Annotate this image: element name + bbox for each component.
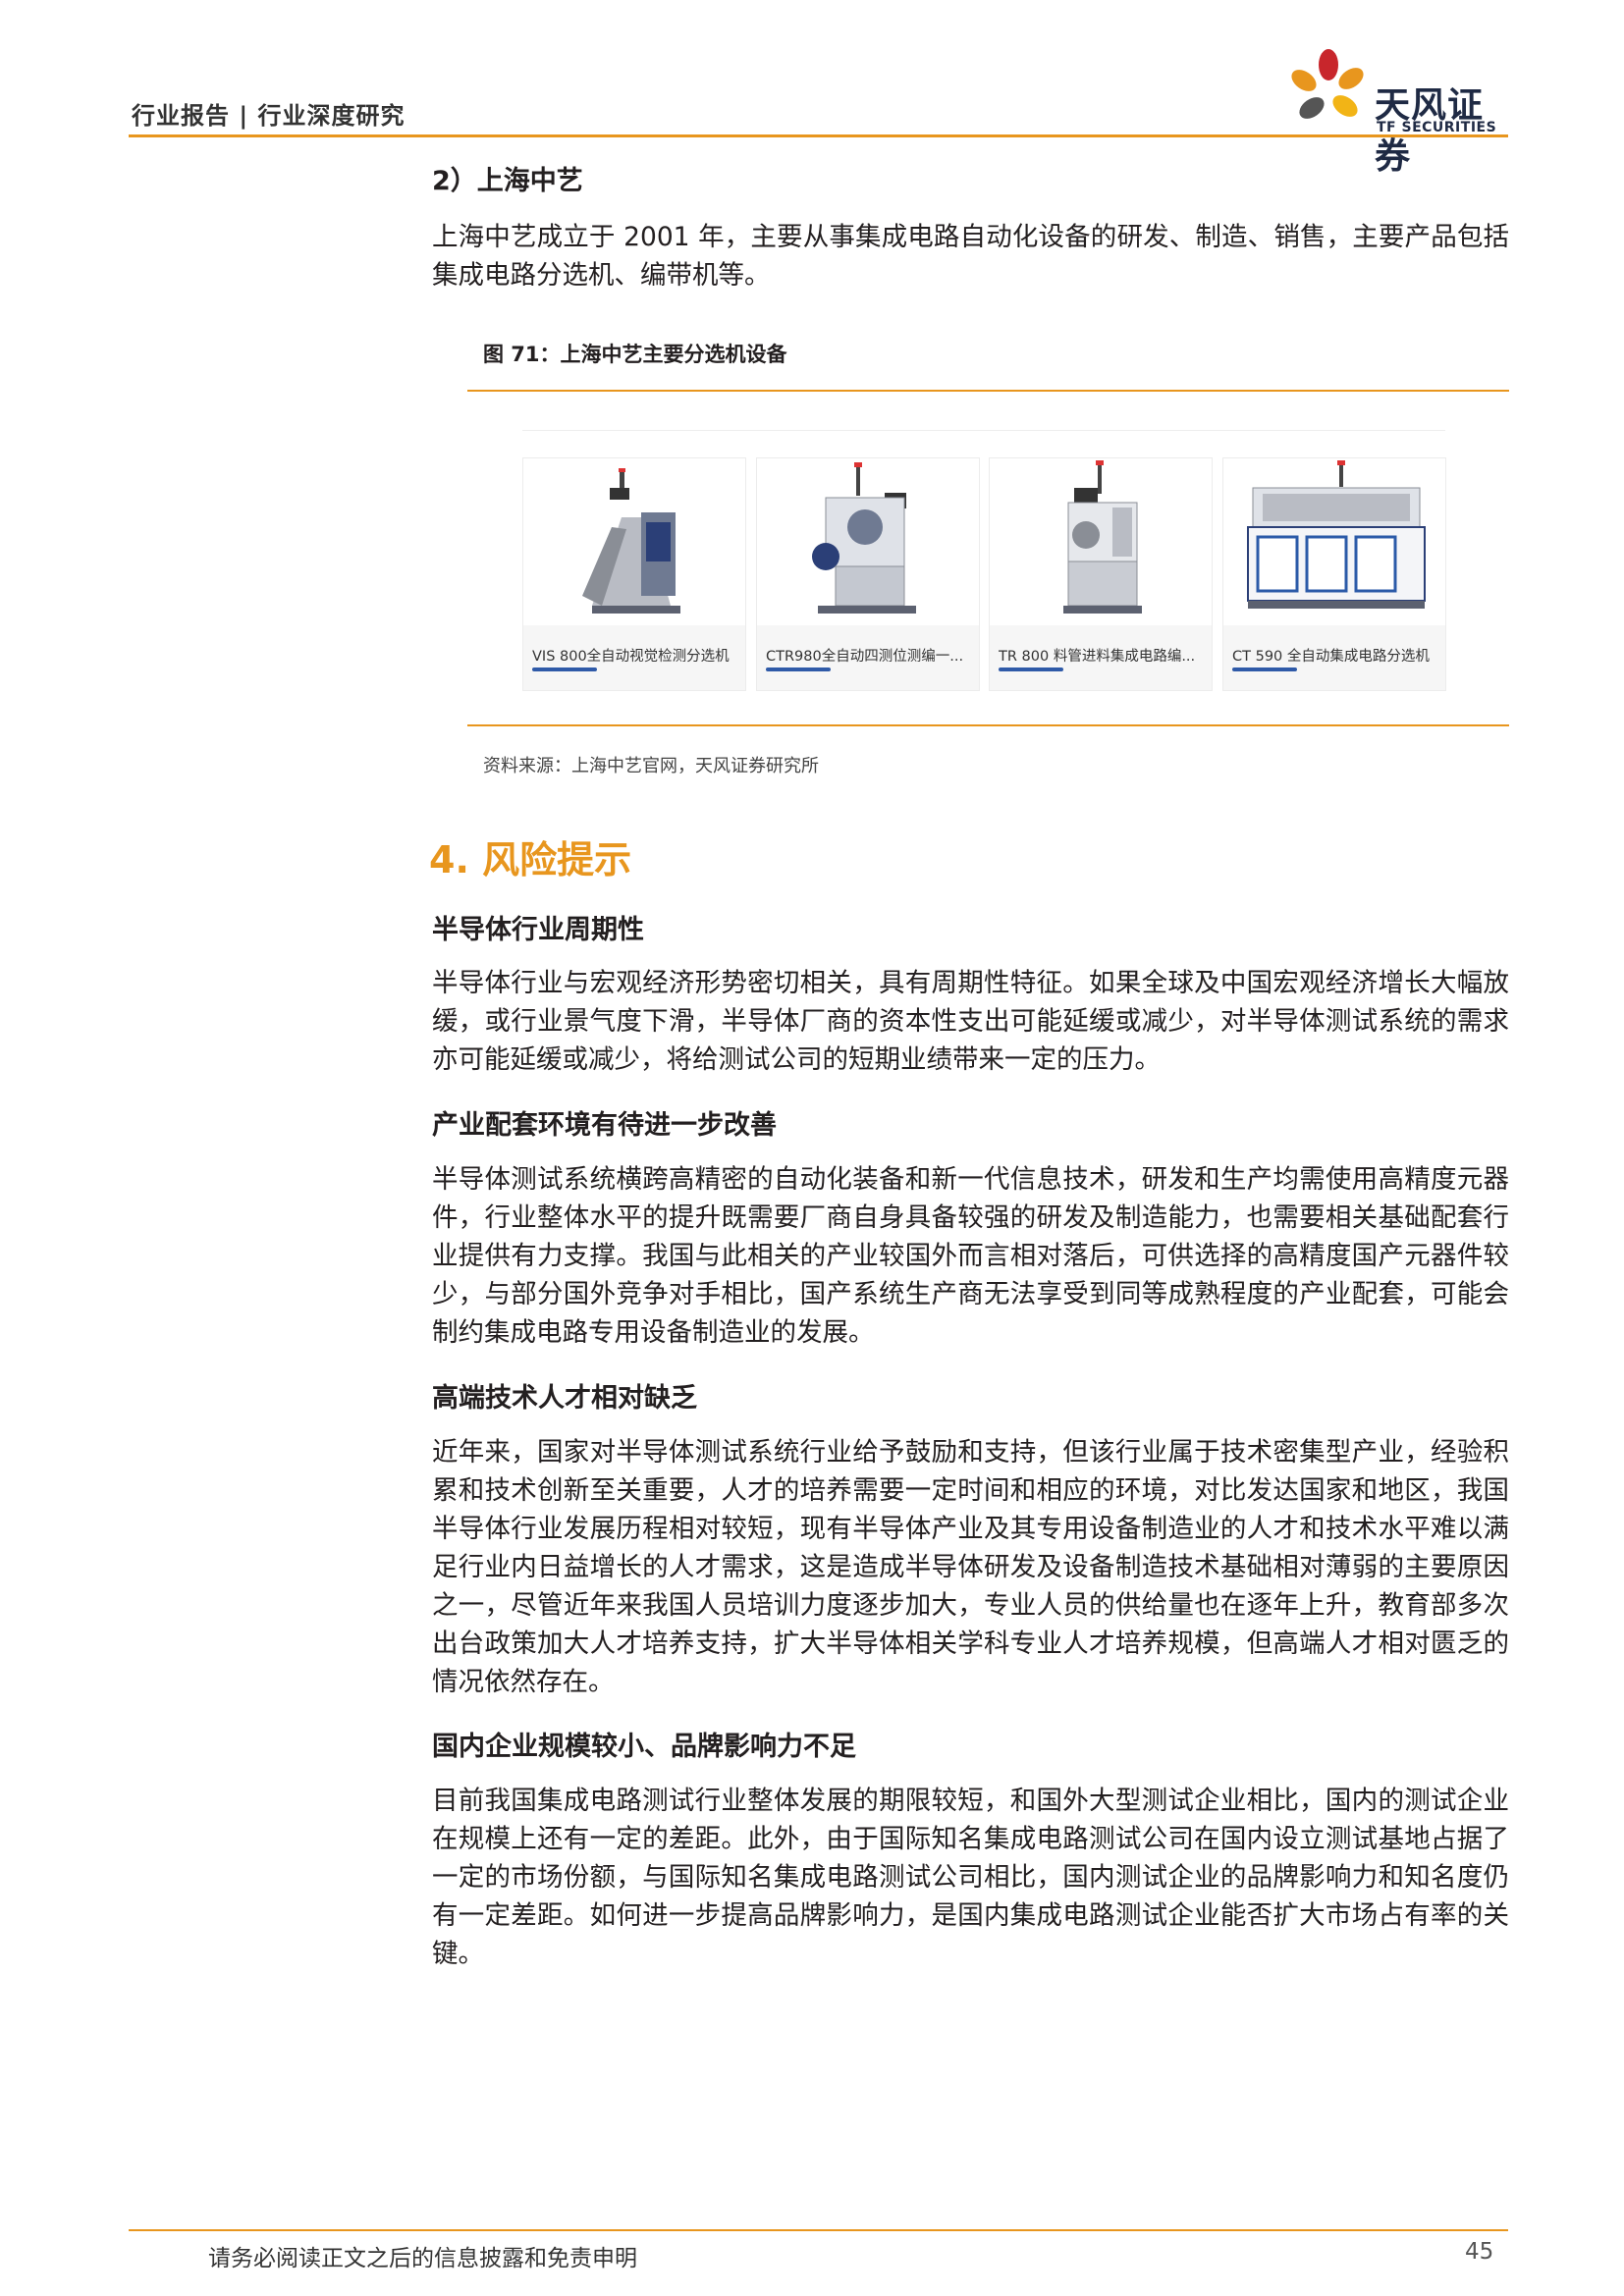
label-underline <box>766 667 831 671</box>
product-card[interactable]: CTR980全自动四测位测编一... <box>756 457 980 691</box>
product-image <box>757 458 979 625</box>
risk-heading: 产业配套环境有待进一步改善 <box>432 1110 777 1141</box>
product-image <box>990 458 1212 625</box>
risk-heading-3-wrap: 高端技术人才相对缺乏 <box>432 1376 1512 1415</box>
footer-divider <box>129 2229 1508 2231</box>
sorter-machine-icon <box>582 468 680 614</box>
figure-top-rule <box>467 390 1509 392</box>
risk-text-3-wrap: 近年来，国家对半导体测试系统行业给予鼓励和支持，但该行业属于技术密集型产业，经验… <box>432 1433 1509 1701</box>
logo-subtitle: TF SECURITIES <box>1377 120 1497 135</box>
page-header: 行业报告 | 行业深度研究 天风证券 TF SECURITIES <box>0 0 1624 177</box>
risk-text-1-wrap: 半导体行业与宏观经济形势密切相关，具有周期性特征。如果全球及中国宏观经济增长大幅… <box>432 964 1509 1079</box>
risk-heading-2-wrap: 产业配套环境有待进一步改善 <box>432 1103 1512 1142</box>
risk-text-4-wrap: 目前我国集成电路测试行业整体发展的期限较短，和国外大型测试企业相比，国内的测试企… <box>432 1782 1509 1973</box>
figure-bottom-rule <box>467 724 1509 726</box>
product-image <box>523 458 745 625</box>
section-title: 4. 风险提示 <box>429 838 632 881</box>
label-underline <box>1232 667 1297 671</box>
header-divider <box>129 134 1508 137</box>
label-underline <box>532 667 597 671</box>
risk-paragraph: 半导体行业与宏观经济形势密切相关，具有周期性特征。如果全球及中国宏观经济增长大幅… <box>432 968 1509 1075</box>
risk-heading: 高端技术人才相对缺乏 <box>432 1383 697 1414</box>
risk-text-2-wrap: 半导体测试系统横跨高精密的自动化装备和新一代信息技术，研发和生产均需使用高精度元… <box>432 1160 1509 1352</box>
product-card[interactable]: TR 800 料管进料集成电路编... <box>989 457 1213 691</box>
company-logo: 天风证券 TF SECURITIES <box>1284 49 1510 177</box>
product-label: TR 800 料管进料集成电路编... <box>999 649 1196 665</box>
figure-title: 图 71：上海中艺主要分选机设备 <box>483 343 787 366</box>
footer-disclaimer: 请务必阅读正文之后的信息披露和免责申明 <box>208 2246 637 2271</box>
product-gallery: VIS 800全自动视觉检测分选机 CTR980全自动四测位测编一... TR … <box>522 430 1446 697</box>
risk-paragraph: 半导体测试系统横跨高精密的自动化装备和新一代信息技术，研发和生产均需使用高精度元… <box>432 1164 1509 1348</box>
flower-logo-icon <box>1291 49 1364 119</box>
figure-source: 资料来源：上海中艺官网，天风证券研究所 <box>483 756 819 776</box>
page-number: 45 <box>1465 2239 1494 2265</box>
risk-paragraph: 目前我国集成电路测试行业整体发展的期限较短，和国外大型测试企业相比，国内的测试企… <box>432 1786 1509 1969</box>
risk-paragraph: 近年来，国家对半导体测试系统行业给予鼓励和支持，但该行业属于技术密集型产业，经验… <box>432 1437 1509 1697</box>
company-paragraph-wrap: 上海中艺成立于 2001 年，主要从事集成电路自动化设备的研发、制造、销售，主要… <box>432 218 1509 294</box>
breadcrumb: 行业报告 | 行业深度研究 <box>132 102 406 130</box>
risk-heading-4-wrap: 国内企业规模较小、品牌影响力不足 <box>432 1725 1512 1763</box>
gallery-top-line <box>522 430 1445 431</box>
risk-heading: 半导体行业周期性 <box>432 915 644 945</box>
product-label: VIS 800全自动视觉检测分选机 <box>532 649 730 665</box>
product-label: CTR980全自动四测位测编一... <box>766 649 964 665</box>
company-section: 2）上海中艺 <box>432 159 1512 197</box>
label-underline <box>999 667 1063 671</box>
taping-machine-icon <box>812 462 916 614</box>
product-card[interactable]: CT 590 全自动集成电路分选机 <box>1222 457 1446 691</box>
product-card[interactable]: VIS 800全自动视觉检测分选机 <box>522 457 746 691</box>
risk-heading: 国内企业规模较小、品牌影响力不足 <box>432 1732 856 1762</box>
ic-sorter-machine-icon <box>1247 460 1426 609</box>
company-paragraph: 上海中艺成立于 2001 年，主要从事集成电路自动化设备的研发、制造、销售，主要… <box>432 222 1509 291</box>
risk-heading-1-wrap: 半导体行业周期性 <box>432 908 1512 946</box>
tube-feed-machine-icon <box>1063 460 1142 614</box>
product-label: CT 590 全自动集成电路分选机 <box>1232 649 1430 665</box>
product-image <box>1223 458 1445 625</box>
company-heading: 2）上海中艺 <box>432 166 583 196</box>
